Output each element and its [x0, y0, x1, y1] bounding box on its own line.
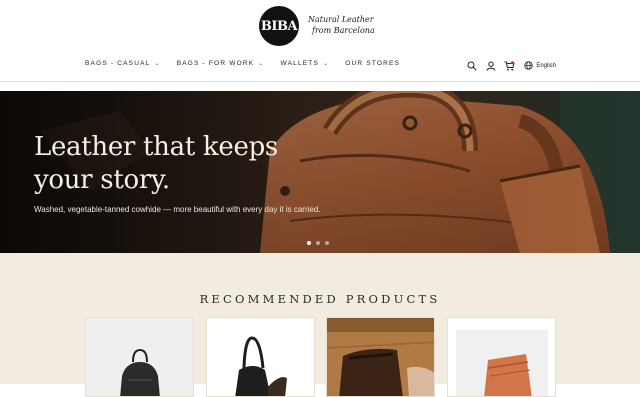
product-card[interactable]: [447, 317, 556, 397]
carousel-dot-3[interactable]: [325, 241, 329, 245]
product-image-brown-wallet-on-wood: [327, 318, 434, 396]
product-card[interactable]: [326, 317, 435, 397]
recommended-title: RECOMMENDED PRODUCTS: [199, 292, 441, 306]
main-navigation: BAGS - CASUAL ⌄ BAGS - FOR WORK ⌄ WALLET…: [85, 60, 416, 67]
user-icon[interactable]: [485, 60, 496, 71]
nav-item-label: WALLETS: [280, 60, 320, 67]
product-image-black-shoulder-bag: [207, 318, 314, 396]
nav-item-bags-casual[interactable]: BAGS - CASUAL ⌄: [85, 60, 161, 67]
product-image-tan-wallet: [448, 318, 555, 396]
nav-item-label: BAGS - FOR WORK: [176, 60, 255, 67]
search-icon[interactable]: [466, 60, 477, 71]
globe-icon: [523, 60, 534, 71]
product-card[interactable]: [85, 317, 194, 397]
language-selector[interactable]: English: [523, 60, 556, 71]
chevron-down-icon: ⌄: [154, 61, 161, 67]
hero-title: Leather that keeps your story.: [34, 132, 278, 195]
carousel-dots: [307, 241, 329, 245]
chevron-down-icon: ⌄: [258, 61, 265, 67]
nav-item-label: OUR STORES: [345, 60, 401, 67]
logo-text: BIBA: [260, 18, 298, 34]
site-header: BIBA Natural Leather from Barcelona BAGS…: [0, 0, 640, 82]
tagline-line-1: Natural Leather: [308, 15, 374, 24]
carousel-dot-1[interactable]: [307, 241, 311, 245]
carousel-dot-2[interactable]: [316, 241, 320, 245]
product-image-black-backpack: [86, 318, 193, 396]
brand-tagline: Natural Leather from Barcelona: [308, 14, 388, 36]
header-actions: English: [466, 60, 556, 71]
language-label: English: [536, 62, 556, 69]
nav-item-our-stores[interactable]: OUR STORES: [345, 60, 400, 67]
brand-logo[interactable]: BIBA: [259, 6, 299, 46]
nav-item-label: BAGS - CASUAL: [85, 60, 151, 67]
nav-item-bags-for-work[interactable]: BAGS - FOR WORK ⌄: [177, 60, 265, 67]
hero-subtitle: Washed, vegetable-tanned cowhide — more …: [34, 205, 321, 214]
nav-item-wallets[interactable]: WALLETS ⌄: [281, 60, 330, 67]
chevron-down-icon: ⌄: [323, 61, 330, 67]
product-card[interactable]: [206, 317, 315, 397]
cart-icon[interactable]: [504, 60, 515, 71]
tagline-line-2: from Barcelona: [312, 26, 375, 35]
